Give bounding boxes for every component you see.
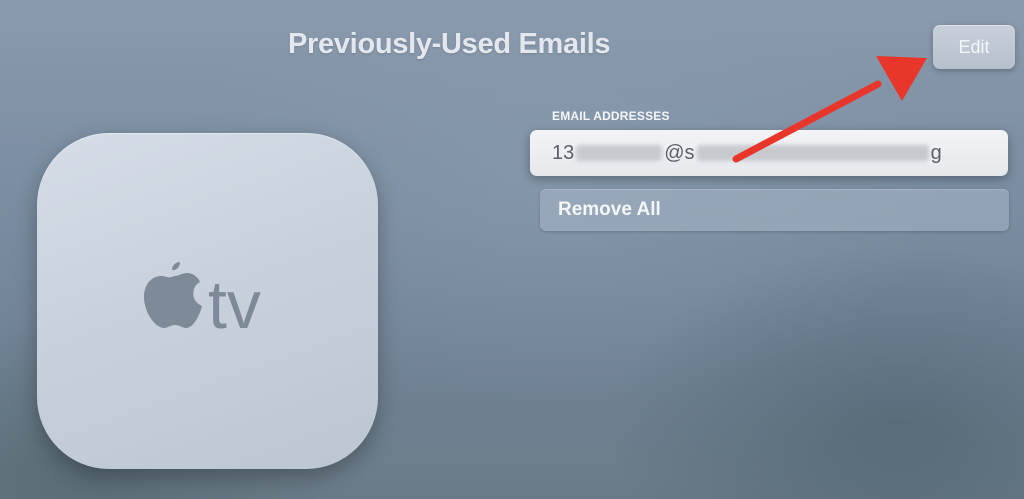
- tv-logo-text: tv: [208, 267, 261, 334]
- remove-all-label: Remove All: [558, 199, 661, 220]
- apple-tv-logo-icon: tv: [144, 262, 261, 334]
- page-title: Previously-Used Emails: [288, 28, 611, 60]
- email-domain-start: @s: [664, 141, 695, 164]
- redacted-text: [576, 145, 663, 161]
- email-suffix: g: [930, 141, 942, 164]
- remove-all-button[interactable]: Remove All: [540, 189, 1009, 231]
- email-address-row[interactable]: 13 @s g: [530, 130, 1008, 176]
- edit-button[interactable]: Edit: [933, 25, 1015, 69]
- redacted-text: [696, 145, 929, 161]
- email-addresses-label: EMAIL ADDRESSES: [552, 109, 670, 123]
- email-prefix: 13: [552, 141, 575, 164]
